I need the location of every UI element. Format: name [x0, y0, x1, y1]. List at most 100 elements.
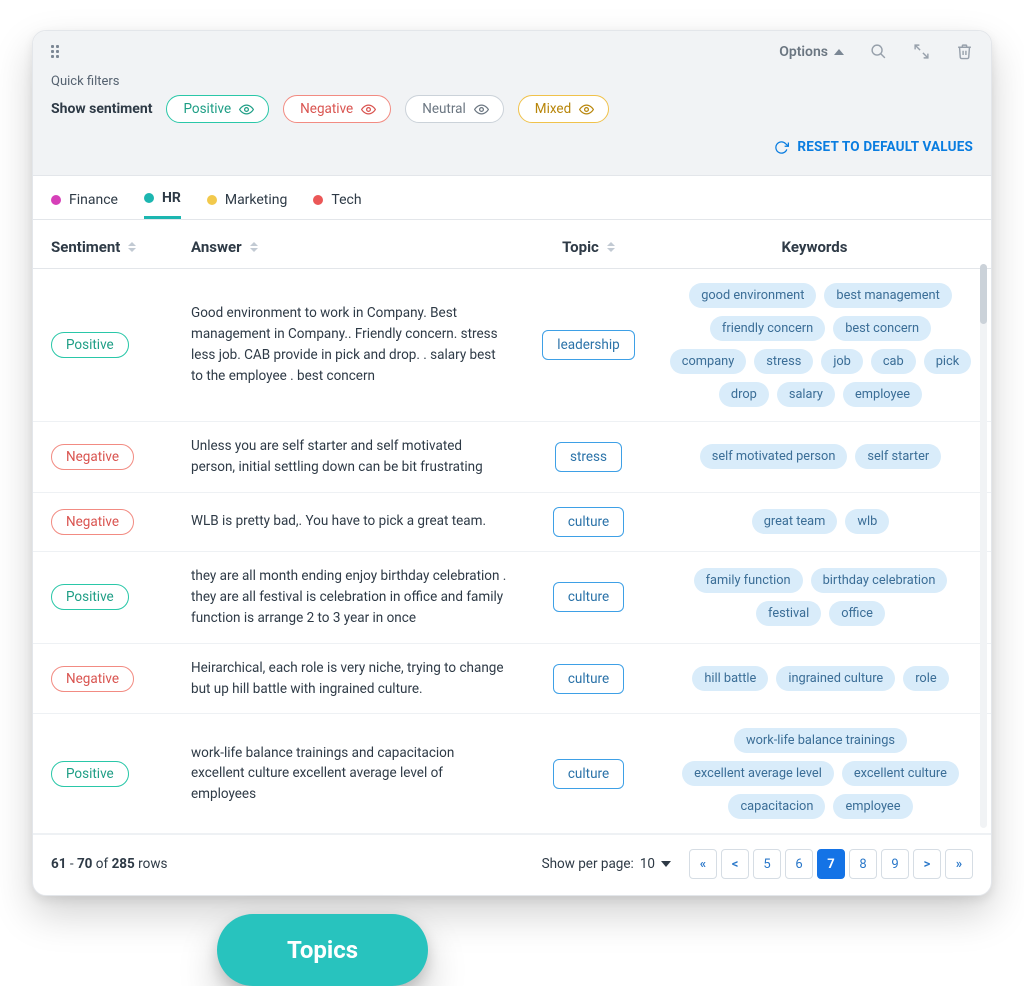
keyword-chip[interactable]: ingrained culture — [776, 666, 895, 691]
page-nav[interactable]: > — [913, 849, 941, 879]
trash-icon[interactable] — [956, 43, 973, 60]
table-row: NegativeHeirarchical, each role is very … — [33, 644, 991, 715]
topic-tag[interactable]: culture — [553, 664, 624, 694]
page-nav[interactable]: « — [689, 849, 717, 879]
keyword-chip[interactable]: friendly concern — [710, 316, 825, 341]
scrollbar-thumb[interactable] — [980, 264, 987, 324]
cell-sentiment: Negative — [51, 666, 191, 692]
cell-topic: culture — [521, 664, 656, 694]
tab-finance[interactable]: Finance — [51, 190, 118, 219]
reset-label: RESET TO DEFAULT VALUES — [797, 139, 973, 155]
drag-handle-icon[interactable] — [51, 45, 65, 59]
header-area: Options Quick filters Show sentiment Pos… — [33, 31, 991, 176]
keyword-chip[interactable]: excellent culture — [842, 761, 959, 786]
table-row: Positivethey are all month ending enjoy … — [33, 552, 991, 644]
keyword-chip[interactable]: office — [829, 601, 885, 626]
cell-answer: they are all month ending enjoy birthday… — [191, 566, 521, 629]
col-topic[interactable]: Topic — [521, 238, 656, 256]
keyword-chip[interactable]: company — [670, 349, 747, 374]
topic-tag[interactable]: culture — [553, 582, 624, 612]
topics-badge: Topics — [217, 914, 428, 986]
keyword-chip[interactable]: good environment — [689, 283, 816, 308]
table-row: Positivework-life balance trainings and … — [33, 714, 991, 834]
options-button[interactable]: Options — [779, 44, 844, 60]
search-icon[interactable] — [870, 43, 887, 60]
chevron-up-icon — [834, 49, 844, 55]
filter-chip-mixed[interactable]: Mixed — [518, 95, 609, 123]
keyword-chip[interactable]: stress — [754, 349, 813, 374]
keyword-chip[interactable]: best concern — [833, 316, 931, 341]
col-keywords: Keywords — [656, 238, 973, 256]
collapse-icon[interactable] — [913, 43, 930, 60]
keyword-chip[interactable]: self motivated person — [700, 444, 848, 469]
filter-chip-neutral[interactable]: Neutral — [405, 95, 504, 123]
cell-keywords: great team wlb — [656, 509, 973, 534]
analytics-card: Options Quick filters Show sentiment Pos… — [32, 30, 992, 896]
topic-tag[interactable]: leadership — [542, 330, 634, 360]
cell-sentiment: Negative — [51, 509, 191, 535]
keyword-chip[interactable]: pick — [924, 349, 971, 374]
page-number[interactable]: 5 — [753, 849, 781, 879]
sentiment-pill: Negative — [51, 509, 134, 535]
col-answer[interactable]: Answer — [191, 238, 521, 256]
row-range: 61 - 70 of 285 rows — [51, 856, 167, 872]
page-number[interactable]: 8 — [849, 849, 877, 879]
keyword-chip[interactable]: role — [903, 666, 948, 691]
eye-icon — [361, 102, 376, 117]
keyword-chip[interactable]: employee — [833, 794, 912, 819]
filter-chip-positive[interactable]: Positive — [166, 95, 269, 123]
topic-tag[interactable]: culture — [553, 507, 624, 537]
eye-icon — [239, 102, 254, 117]
keyword-chip[interactable]: best management — [824, 283, 951, 308]
page-number[interactable]: 7 — [817, 849, 845, 879]
keyword-chip[interactable]: excellent average level — [682, 761, 834, 786]
cell-topic: culture — [521, 507, 656, 537]
page-number[interactable]: 9 — [881, 849, 909, 879]
tab-dot-icon — [144, 193, 154, 203]
keyword-chip[interactable]: birthday celebration — [811, 568, 948, 593]
page-number[interactable]: 6 — [785, 849, 813, 879]
cell-answer: Good environment to work in Company. Bes… — [191, 303, 521, 387]
keyword-chip[interactable]: capacitacion — [728, 794, 825, 819]
tab-marketing[interactable]: Marketing — [207, 190, 288, 219]
chip-label: Neutral — [422, 101, 466, 117]
sort-icon — [250, 242, 258, 252]
table-row: NegativeUnless you are self starter and … — [33, 422, 991, 493]
table-footer: 61 - 70 of 285 rows Show per page: 10 «<… — [33, 834, 991, 895]
eye-icon — [474, 102, 489, 117]
reset-button[interactable]: RESET TO DEFAULT VALUES — [774, 139, 973, 155]
cell-sentiment: Positive — [51, 332, 191, 358]
cell-topic: leadership — [521, 330, 656, 360]
keyword-chip[interactable]: festival — [756, 601, 821, 626]
keyword-chip[interactable]: cab — [871, 349, 916, 374]
filter-chip-negative[interactable]: Negative — [283, 95, 391, 123]
keyword-chip[interactable]: job — [821, 349, 863, 374]
cell-topic: stress — [521, 442, 656, 472]
page-nav[interactable]: » — [945, 849, 973, 879]
keyword-chip[interactable]: work-life balance trainings — [734, 728, 907, 753]
chip-label: Negative — [300, 101, 353, 117]
keyword-chip[interactable]: family function — [694, 568, 803, 593]
topic-tag[interactable]: stress — [555, 442, 622, 472]
keyword-chip[interactable]: employee — [843, 382, 922, 407]
keyword-chip[interactable]: self starter — [855, 444, 941, 469]
quick-filters-label: Quick filters — [51, 74, 973, 89]
keyword-chip[interactable]: salary — [777, 382, 835, 407]
tab-dot-icon — [51, 195, 61, 205]
keyword-chip[interactable]: wlb — [845, 509, 889, 534]
page-nav[interactable]: < — [721, 849, 749, 879]
col-sentiment[interactable]: Sentiment — [51, 238, 191, 256]
keyword-chip[interactable]: great team — [752, 509, 838, 534]
per-page-select[interactable]: Show per page: 10 — [542, 856, 671, 872]
table: Sentiment Answer Topic Keywords Positive… — [33, 220, 991, 834]
topic-tag[interactable]: culture — [553, 759, 624, 789]
tab-hr[interactable]: HR — [144, 190, 181, 219]
tab-tech[interactable]: Tech — [313, 190, 361, 219]
scrollbar[interactable] — [980, 264, 987, 828]
sentiment-pill: Positive — [51, 332, 129, 358]
cell-sentiment: Positive — [51, 584, 191, 610]
tab-dot-icon — [313, 195, 323, 205]
tab-label: HR — [162, 190, 181, 206]
keyword-chip[interactable]: hill battle — [692, 666, 768, 691]
keyword-chip[interactable]: drop — [719, 382, 769, 407]
